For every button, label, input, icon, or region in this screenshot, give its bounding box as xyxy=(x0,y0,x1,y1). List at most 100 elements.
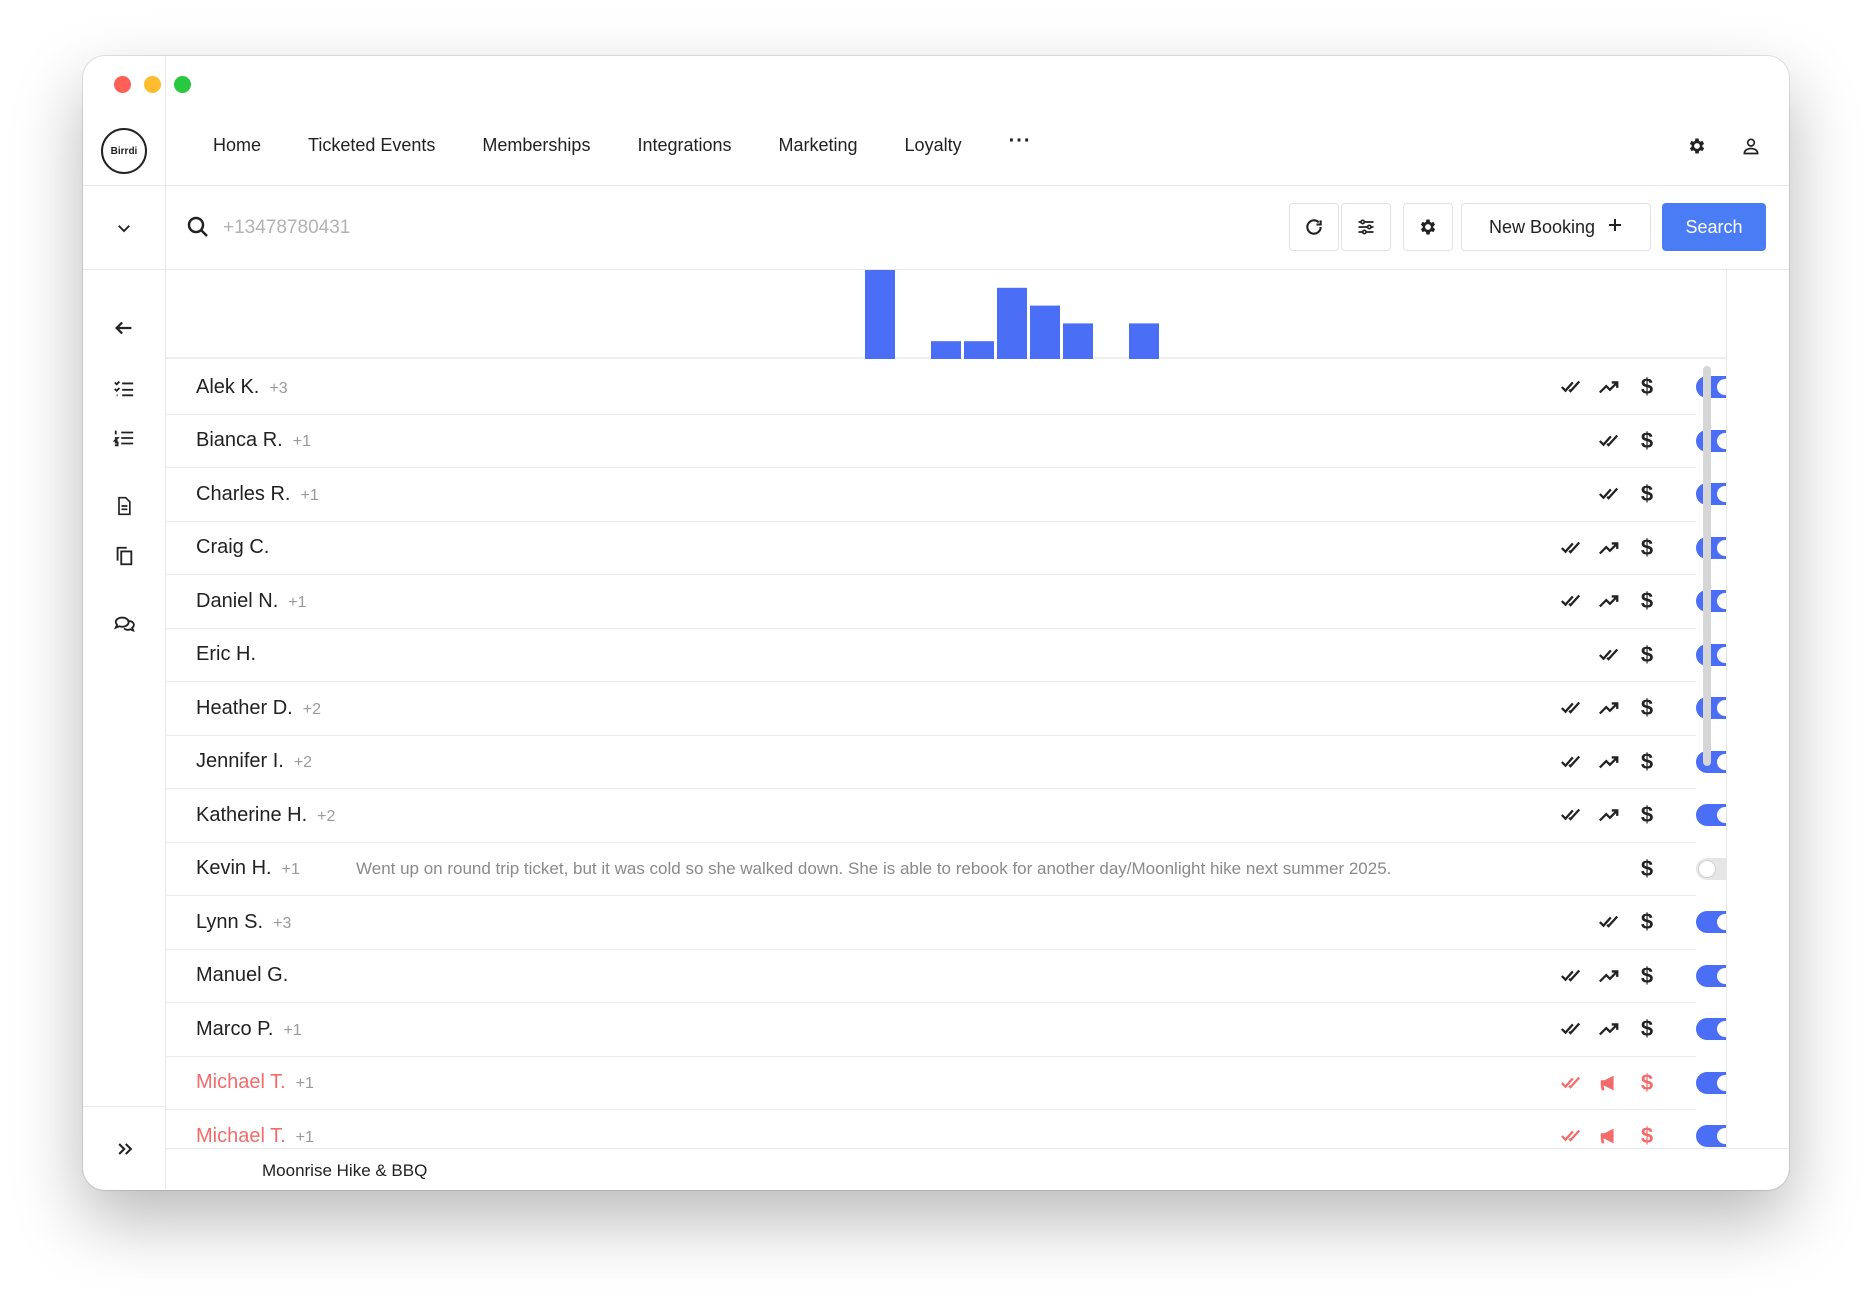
checked-in-icon[interactable] xyxy=(1559,964,1583,988)
booking-name[interactable]: Craig C. xyxy=(196,536,269,559)
trending-up-icon[interactable] xyxy=(1597,696,1621,720)
checked-in-icon[interactable] xyxy=(1597,910,1621,934)
booking-name[interactable]: Bianca R. +1 xyxy=(196,429,311,452)
booking-row[interactable]: Craig C. $ xyxy=(166,522,1726,575)
booking-name[interactable]: Charles R. +1 xyxy=(196,483,319,506)
dollar-icon[interactable]: $ xyxy=(1635,695,1659,720)
dollar-icon[interactable]: $ xyxy=(1635,802,1659,827)
booking-row[interactable]: Eric H. $ xyxy=(166,629,1726,682)
booking-toggle[interactable] xyxy=(1696,1125,1726,1148)
checked-in-icon[interactable] xyxy=(1597,429,1621,453)
birrdi-logo[interactable]: Birrdi xyxy=(101,128,147,174)
chat-bubbles-icon[interactable] xyxy=(110,610,138,638)
search-input[interactable] xyxy=(223,210,1023,246)
refresh-button[interactable] xyxy=(1289,203,1339,251)
booking-toggle[interactable] xyxy=(1696,643,1726,666)
checked-in-icon[interactable] xyxy=(1597,643,1621,667)
new-booking-button[interactable]: New Booking xyxy=(1461,203,1651,251)
trending-up-icon[interactable] xyxy=(1597,375,1621,399)
booking-toggle[interactable] xyxy=(1696,590,1726,613)
dollar-icon[interactable]: $ xyxy=(1635,963,1659,988)
booking-row[interactable]: Heather D. +2 $ xyxy=(166,682,1726,736)
nav-more-button[interactable]: ··· xyxy=(1009,130,1032,153)
chevron-down-icon[interactable] xyxy=(112,216,136,240)
checked-in-icon[interactable] xyxy=(1559,589,1583,613)
booking-name[interactable]: Michael T. +1 xyxy=(196,1125,314,1148)
booking-name[interactable]: Jennifer I. +2 xyxy=(196,750,312,773)
nav-link-memberships[interactable]: Memberships xyxy=(482,135,590,158)
booking-toggle[interactable] xyxy=(1696,1018,1726,1041)
booking-row[interactable]: Marco P. +1 $ xyxy=(166,1003,1726,1057)
dollar-icon[interactable]: $ xyxy=(1635,1016,1659,1041)
checked-in-icon[interactable] xyxy=(1559,1017,1583,1041)
booking-toggle[interactable] xyxy=(1696,536,1726,559)
booking-name[interactable]: Kevin H. +1 xyxy=(196,857,300,880)
booking-name[interactable]: Lynn S. +3 xyxy=(196,911,291,934)
filter-sliders-button[interactable] xyxy=(1341,203,1391,251)
booking-toggle[interactable] xyxy=(1696,911,1726,934)
booking-row[interactable]: Katherine H. +2 $ xyxy=(166,789,1726,843)
booking-toggle[interactable] xyxy=(1696,483,1726,506)
trending-up-icon[interactable] xyxy=(1597,964,1621,988)
dollar-icon[interactable]: $ xyxy=(1635,909,1659,934)
numbered-list-icon[interactable] xyxy=(110,424,138,452)
booking-name[interactable]: Daniel N. +1 xyxy=(196,590,307,613)
settings-gear-icon[interactable] xyxy=(1685,134,1709,158)
booking-row[interactable]: Michael T. +1 $ xyxy=(166,1057,1726,1110)
booking-row[interactable]: Bianca R. +1 $ xyxy=(166,415,1726,468)
dollar-icon[interactable]: $ xyxy=(1635,428,1659,453)
booking-row[interactable]: Daniel N. +1 $ xyxy=(166,575,1726,629)
document-icon[interactable] xyxy=(110,492,138,520)
booking-toggle[interactable] xyxy=(1696,376,1726,399)
booking-row[interactable]: Alek K. +3 $ xyxy=(166,361,1726,415)
booking-name[interactable]: Manuel G. xyxy=(196,964,288,987)
trending-up-icon[interactable] xyxy=(1597,803,1621,827)
booking-toggle[interactable] xyxy=(1696,429,1726,452)
booking-row[interactable]: Kevin H. +1 Went up on round trip ticket, … xyxy=(166,843,1726,896)
booking-name[interactable]: Eric H. xyxy=(196,643,256,666)
dollar-icon[interactable]: $ xyxy=(1635,535,1659,560)
booking-toggle[interactable] xyxy=(1696,804,1726,827)
dollar-icon[interactable]: $ xyxy=(1635,856,1659,881)
double-chevron-right-icon[interactable] xyxy=(113,1137,137,1161)
booking-name[interactable]: Heather D. +2 xyxy=(196,697,321,720)
dollar-icon[interactable]: $ xyxy=(1635,749,1659,774)
trending-up-icon[interactable] xyxy=(1597,1017,1621,1041)
nav-link-ticketed-events[interactable]: Ticketed Events xyxy=(308,135,435,158)
copy-documents-icon[interactable] xyxy=(110,542,138,570)
checked-in-icon[interactable] xyxy=(1559,696,1583,720)
trending-up-icon[interactable] xyxy=(1597,750,1621,774)
dollar-icon[interactable]: $ xyxy=(1635,1123,1659,1148)
booking-name[interactable]: Marco P. +1 xyxy=(196,1018,302,1041)
booking-name[interactable]: Katherine H. +2 xyxy=(196,804,335,827)
booking-toggle[interactable] xyxy=(1696,964,1726,987)
checked-in-icon[interactable] xyxy=(1559,1124,1583,1148)
dollar-icon[interactable]: $ xyxy=(1635,374,1659,399)
dollar-icon[interactable]: $ xyxy=(1635,588,1659,613)
checked-in-icon[interactable] xyxy=(1559,375,1583,399)
booking-row[interactable]: Lynn S. +3 $ xyxy=(166,896,1726,950)
checked-in-icon[interactable] xyxy=(1559,803,1583,827)
trending-up-icon[interactable] xyxy=(1597,536,1621,560)
booking-toggle[interactable] xyxy=(1696,857,1726,880)
booking-name[interactable]: Michael T. +1 xyxy=(196,1071,314,1094)
toolbar-settings-button[interactable] xyxy=(1403,203,1453,251)
booking-toggle[interactable] xyxy=(1696,1071,1726,1094)
dollar-icon[interactable]: $ xyxy=(1635,642,1659,667)
booking-row[interactable]: Manuel G. $ xyxy=(166,950,1726,1003)
list-scrollbar[interactable] xyxy=(1703,366,1711,766)
nav-link-loyalty[interactable]: Loyalty xyxy=(905,135,962,158)
checked-in-icon[interactable] xyxy=(1597,482,1621,506)
megaphone-icon[interactable] xyxy=(1597,1071,1621,1095)
booking-row[interactable]: Michael T. +1 $ xyxy=(166,1110,1726,1148)
booking-row[interactable]: Charles R. +1 $ xyxy=(166,468,1726,522)
checked-in-icon[interactable] xyxy=(1559,750,1583,774)
nav-link-integrations[interactable]: Integrations xyxy=(637,135,731,158)
trending-up-icon[interactable] xyxy=(1597,589,1621,613)
nav-link-marketing[interactable]: Marketing xyxy=(779,135,858,158)
checklist-icon[interactable] xyxy=(110,374,138,402)
booking-toggle[interactable] xyxy=(1696,750,1726,773)
booking-name[interactable]: Alek K. +3 xyxy=(196,376,288,399)
dollar-icon[interactable]: $ xyxy=(1635,1070,1659,1095)
checked-in-icon[interactable] xyxy=(1559,1071,1583,1095)
